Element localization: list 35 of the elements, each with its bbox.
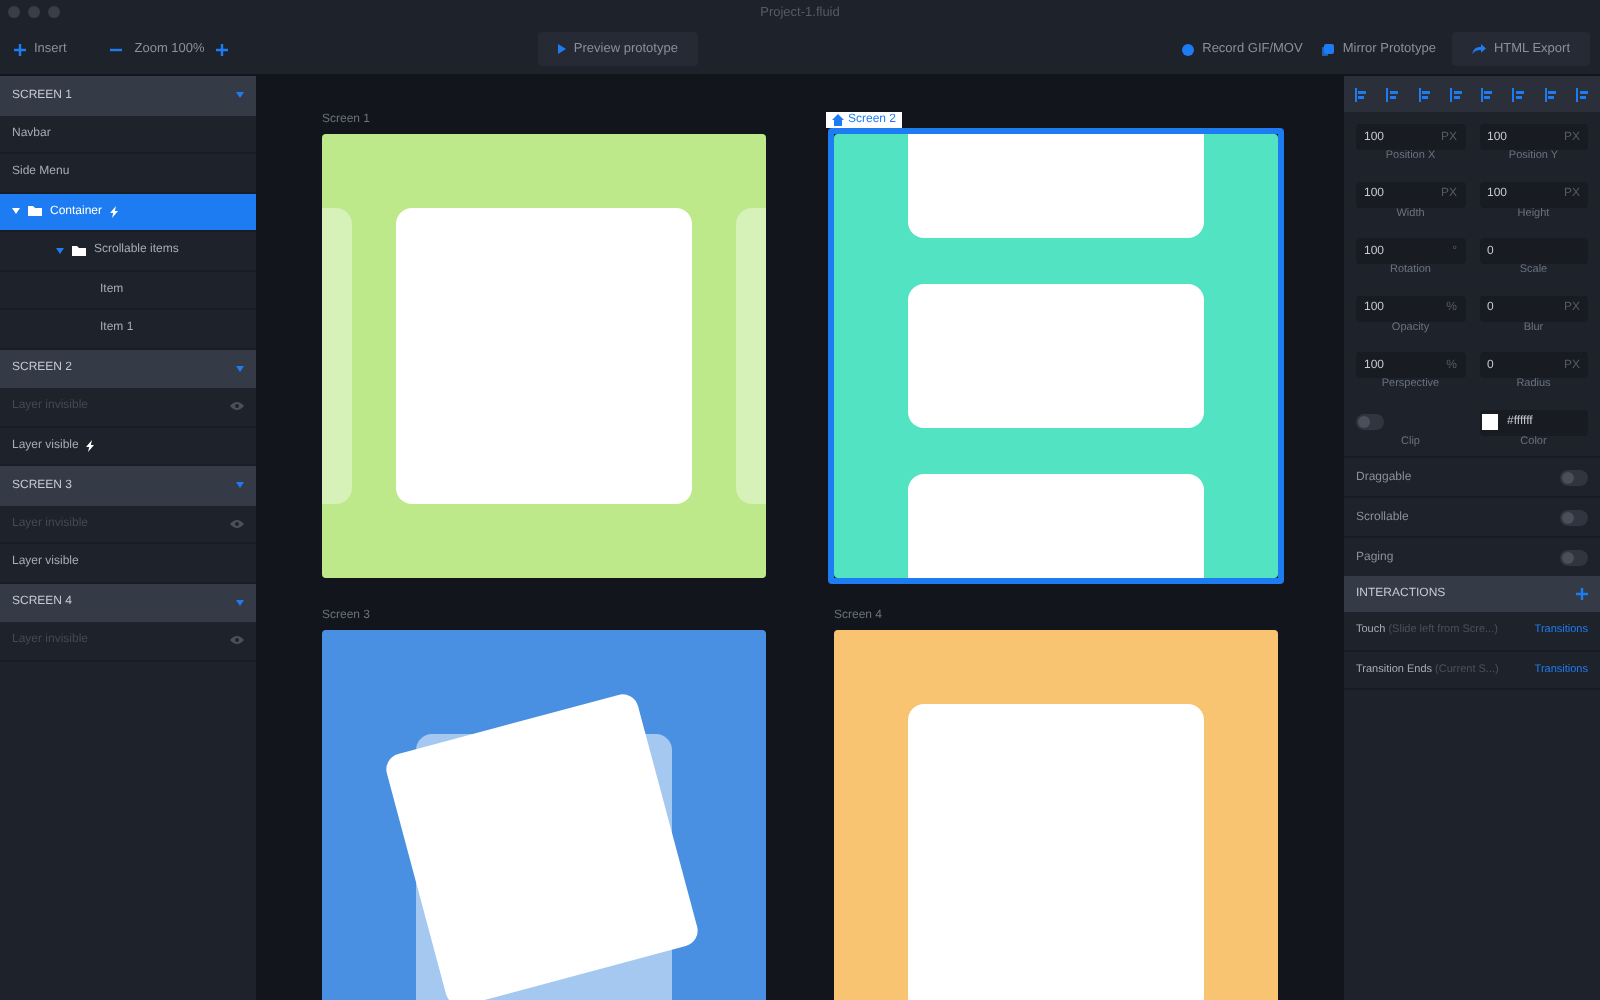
caret-icon[interactable]: [12, 208, 20, 215]
zoom-in-icon[interactable]: [216, 43, 229, 55]
align-icon[interactable]: [1544, 87, 1559, 101]
artboard[interactable]: [834, 630, 1278, 1000]
plus-icon[interactable]: [14, 43, 26, 55]
color-swatch[interactable]: [1479, 412, 1499, 432]
eye-icon[interactable]: [230, 636, 244, 645]
align-icon[interactable]: [1417, 87, 1432, 101]
add-icon[interactable]: [1576, 588, 1588, 600]
eye-icon[interactable]: [230, 519, 244, 528]
toggle-switch[interactable]: [1560, 469, 1588, 485]
bolt-icon: [86, 439, 95, 452]
caret-icon[interactable]: [56, 247, 64, 254]
align-icon[interactable]: [1575, 87, 1590, 101]
eye-icon[interactable]: [230, 402, 244, 411]
toggle-switch[interactable]: [1560, 549, 1588, 565]
folder-icon: [72, 245, 86, 256]
clip-toggle[interactable]: [1356, 414, 1384, 430]
bolt-icon: [110, 205, 119, 218]
folder-icon: [28, 206, 42, 217]
caret-icon[interactable]: [236, 599, 244, 606]
toggle-switch[interactable]: [1560, 509, 1588, 525]
align-icon[interactable]: [1480, 87, 1495, 101]
record-icon: [1182, 43, 1195, 55]
play-icon: [557, 44, 566, 54]
share-icon: [1471, 44, 1486, 54]
align-icon[interactable]: [1385, 87, 1400, 101]
align-icon[interactable]: [1354, 87, 1368, 101]
align-icon[interactable]: [1512, 87, 1527, 101]
caret-icon[interactable]: [236, 365, 244, 372]
artboard[interactable]: [322, 630, 766, 1000]
devices-icon: [1322, 43, 1335, 55]
caret-icon[interactable]: [236, 482, 244, 489]
caret-icon[interactable]: [236, 92, 244, 99]
align-icon[interactable]: [1449, 87, 1464, 101]
